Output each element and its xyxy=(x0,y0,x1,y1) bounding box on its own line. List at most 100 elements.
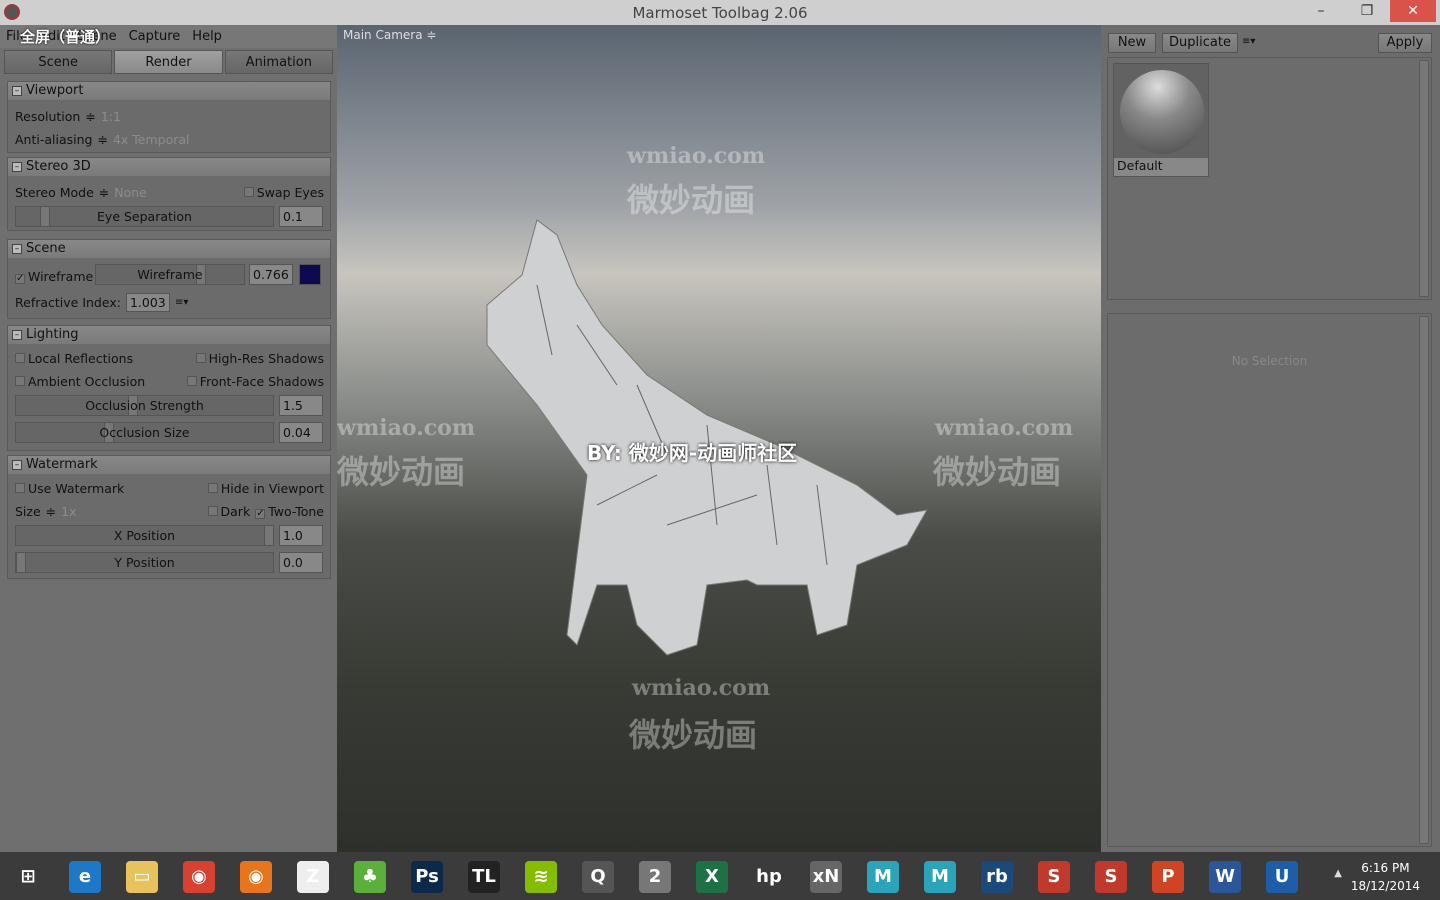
scrollbar[interactable] xyxy=(1419,60,1429,297)
occlusion-size-input[interactable]: 0.04 xyxy=(279,422,323,443)
substance-painter-taskbar-icon[interactable]: S xyxy=(1030,856,1078,898)
scrollbar[interactable] xyxy=(1419,316,1429,844)
collapse-icon[interactable]: – xyxy=(12,86,22,96)
swap-eyes-label: Swap Eyes xyxy=(256,184,324,200)
wireframe-value-input[interactable]: 0.766 xyxy=(249,264,293,285)
rizom-taskbar-icon[interactable]: rb xyxy=(973,856,1021,898)
resolution-select[interactable]: 1:1 xyxy=(101,109,121,124)
eye-separation-slider[interactable]: Eye Separation xyxy=(15,206,274,227)
y-position-slider[interactable]: Y Position xyxy=(15,552,274,573)
checkbox-label: Front-Face Shadows xyxy=(199,373,324,389)
use-watermark-checkbox[interactable]: Use Watermark xyxy=(15,481,124,496)
x-position-slider[interactable]: X Position xyxy=(15,525,274,546)
app-icon-glyph: X xyxy=(696,861,728,893)
material-thumbnail-default[interactable]: Default xyxy=(1113,63,1209,177)
app-icon-glyph: TL xyxy=(468,861,500,893)
menu-icon[interactable]: ≡▾ xyxy=(1242,36,1255,47)
scene-section: – Scene ✓ Wireframe Wireframe 0.766 Refrac… xyxy=(7,239,331,319)
stereo-mode-select[interactable]: None xyxy=(114,185,147,200)
local-reflections-checkbox[interactable]: Local Reflections xyxy=(15,351,133,366)
refractive-index-label: Refractive Index: xyxy=(15,294,121,310)
app-icon-glyph: rb xyxy=(981,861,1013,893)
excel-taskbar-icon[interactable]: X xyxy=(688,856,736,898)
maya-lt-taskbar-icon[interactable]: M xyxy=(859,856,907,898)
firefox-taskbar-icon[interactable]: ◉ xyxy=(232,856,280,898)
occlusion-size-slider[interactable]: Occlusion Size xyxy=(15,422,274,443)
occlusion-strength-slider[interactable]: Occlusion Strength xyxy=(15,395,274,416)
hp-taskbar-icon[interactable]: hp xyxy=(745,856,793,898)
chrome-taskbar-icon[interactable]: ◉ xyxy=(175,856,223,898)
word-taskbar-icon[interactable]: W xyxy=(1201,856,1249,898)
wireframe-checkbox[interactable]: ✓ Wireframe xyxy=(15,269,93,284)
menu-icon[interactable]: ≡▾ xyxy=(175,297,188,308)
xnormal-taskbar-icon[interactable]: xN xyxy=(802,856,850,898)
menu-help[interactable]: Help xyxy=(192,29,222,44)
tab-render[interactable]: Render xyxy=(114,50,223,74)
high-res-shadows-checkbox[interactable]: High-Res Shadows xyxy=(195,351,324,366)
close-button[interactable]: ✕ xyxy=(1390,0,1436,22)
watermark-text: 微妙动画 xyxy=(933,453,1062,491)
minimize-button[interactable]: – xyxy=(1298,0,1344,22)
watermark-text: 微妙动画 xyxy=(337,453,466,491)
windows-start-taskbar-icon[interactable]: ⊞ xyxy=(4,856,52,898)
two-tone-checkbox[interactable]: ✓ Two-Tone xyxy=(255,504,324,519)
collapse-icon[interactable]: – xyxy=(12,330,22,340)
spotify-taskbar-icon[interactable]: ≋ xyxy=(517,856,565,898)
file-explorer-taskbar-icon[interactable]: ▭ xyxy=(118,856,166,898)
3d-coat-taskbar-icon[interactable]: TL xyxy=(460,856,508,898)
swap-eyes-checkbox[interactable]: Swap Eyes xyxy=(243,184,324,200)
topogun-taskbar-icon[interactable]: ♣ xyxy=(346,856,394,898)
tab-scene[interactable]: Scene xyxy=(4,50,113,74)
hide-in-viewport-checkbox[interactable]: Hide in Viewport xyxy=(207,481,324,496)
occlusion-strength-input[interactable]: 1.5 xyxy=(279,395,323,416)
new-material-button[interactable]: New xyxy=(1108,33,1156,53)
collapse-icon[interactable]: – xyxy=(12,162,22,172)
duplicate-material-button[interactable]: Duplicate xyxy=(1162,33,1238,53)
internet-explorer-taskbar-icon[interactable]: e xyxy=(61,856,109,898)
powerpoint-taskbar-icon[interactable]: P xyxy=(1144,856,1192,898)
checkbox-label: Ambient Occlusion xyxy=(28,373,146,389)
y-position-input[interactable]: 0.0 xyxy=(279,552,323,573)
zbrush-taskbar-icon[interactable]: Z xyxy=(289,856,337,898)
marmoset-taskbar-icon[interactable]: 2 xyxy=(631,856,679,898)
tab-animation[interactable]: Animation xyxy=(224,50,333,74)
front-face-shadows-checkbox[interactable]: Front-Face Shadows xyxy=(186,373,324,389)
x-position-input[interactable]: 1.0 xyxy=(279,525,323,546)
wireframe-color-swatch[interactable] xyxy=(299,264,321,285)
app-icon-glyph: W xyxy=(1209,861,1241,893)
slider-label: Occlusion Size xyxy=(99,425,190,440)
quixel-taskbar-icon[interactable]: Q xyxy=(574,856,622,898)
substance-designer-taskbar-icon[interactable]: S xyxy=(1087,856,1135,898)
spinner-icon[interactable]: ≑ xyxy=(99,185,109,200)
clock-date: 18/12/2014 xyxy=(1350,879,1420,893)
app-icon-glyph: S xyxy=(1095,861,1127,893)
collapse-icon[interactable]: – xyxy=(12,460,22,470)
eye-separation-input[interactable]: 0.1 xyxy=(279,206,323,227)
spinner-icon[interactable]: ≑ xyxy=(46,504,56,519)
unreal-taskbar-icon[interactable]: U xyxy=(1258,856,1306,898)
size-label: Size xyxy=(15,503,41,519)
size-select[interactable]: 1x xyxy=(61,504,76,519)
ambient-occlusion-checkbox[interactable]: Ambient Occlusion xyxy=(15,374,145,389)
app-icon-glyph: ◉ xyxy=(240,861,272,893)
restore-button[interactable]: ❐ xyxy=(1344,0,1390,22)
maya-taskbar-icon[interactable]: M xyxy=(916,856,964,898)
collapse-icon[interactable]: – xyxy=(12,244,22,254)
material-sphere-preview xyxy=(1120,70,1204,154)
show-hidden-icons-icon[interactable]: ▲ xyxy=(1334,868,1342,879)
3d-viewport[interactable]: Main Camera ≑ wmiao.com 微妙动画 wmiao.com 微… xyxy=(337,25,1101,852)
menu-capture[interactable]: Capture xyxy=(129,29,181,44)
dark-checkbox[interactable]: Dark xyxy=(207,503,251,519)
wireframe-slider[interactable]: Wireframe xyxy=(95,264,245,285)
apply-button[interactable]: Apply xyxy=(1378,33,1432,53)
checkbox-label: Dark xyxy=(220,503,251,519)
app-icon-glyph: ◉ xyxy=(183,861,215,893)
watermark-text: 微妙动画 xyxy=(627,181,756,219)
spinner-icon[interactable]: ≑ xyxy=(97,132,107,147)
credit-overlay-text: BY: 微妙网-动画师社区 xyxy=(587,441,798,465)
photoshop-taskbar-icon[interactable]: Ps xyxy=(403,856,451,898)
system-clock[interactable]: 6:16 PM 18/12/2014 xyxy=(1351,859,1420,895)
spinner-icon[interactable]: ≑ xyxy=(85,109,95,124)
refractive-index-input[interactable]: 1.003 xyxy=(125,292,170,312)
anti-aliasing-select[interactable]: 4x Temporal xyxy=(113,132,190,147)
